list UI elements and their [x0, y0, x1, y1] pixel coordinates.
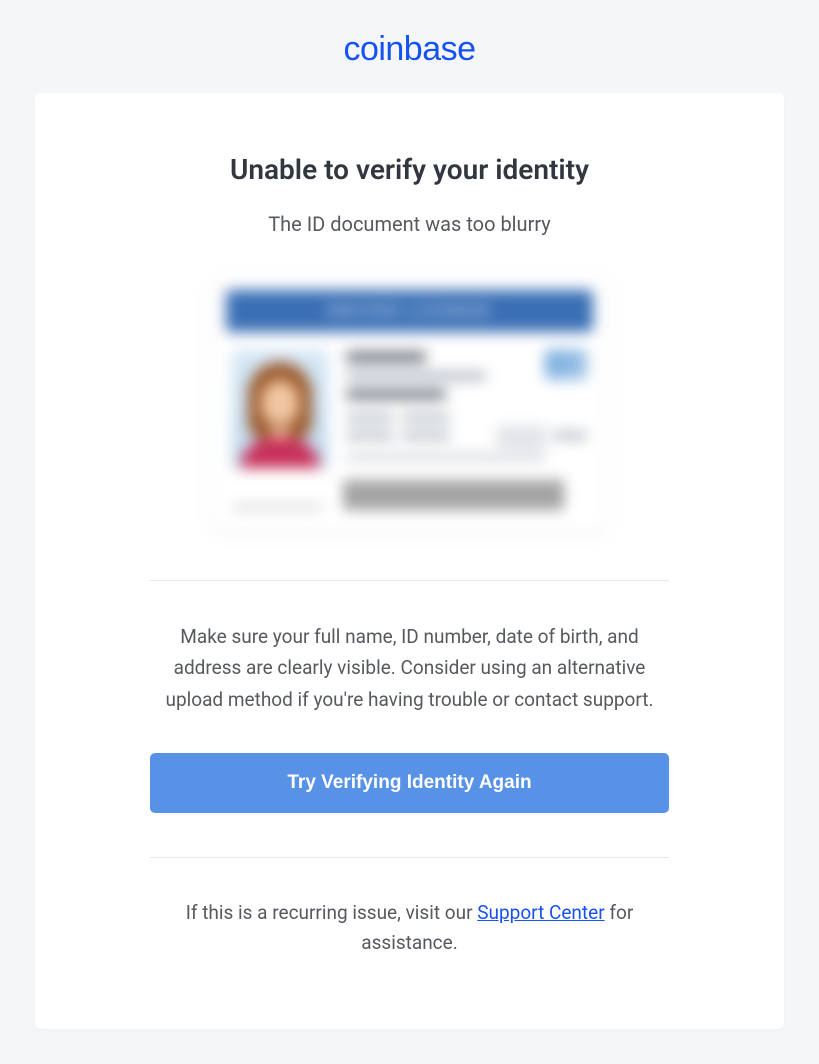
- brand-header: coinbase: [35, 30, 784, 69]
- divider: [150, 580, 669, 581]
- instruction-text: Make sure your full name, ID number, dat…: [150, 621, 669, 715]
- error-reason: The ID document was too blurry: [150, 212, 669, 236]
- support-center-link[interactable]: Support Center: [477, 901, 604, 924]
- content-card: Unable to verify your identity The ID do…: [35, 93, 784, 1029]
- footer-prefix: If this is a recurring issue, visit our: [186, 901, 478, 924]
- blurry-id-illustration: DRIVER LICENSE: [212, 276, 607, 530]
- support-footer: If this is a recurring issue, visit our …: [150, 898, 669, 959]
- divider: [150, 857, 669, 858]
- page-title: Unable to verify your identity: [150, 153, 669, 186]
- brand-logo: coinbase: [343, 30, 475, 68]
- try-again-button[interactable]: Try Verifying Identity Again: [150, 753, 669, 813]
